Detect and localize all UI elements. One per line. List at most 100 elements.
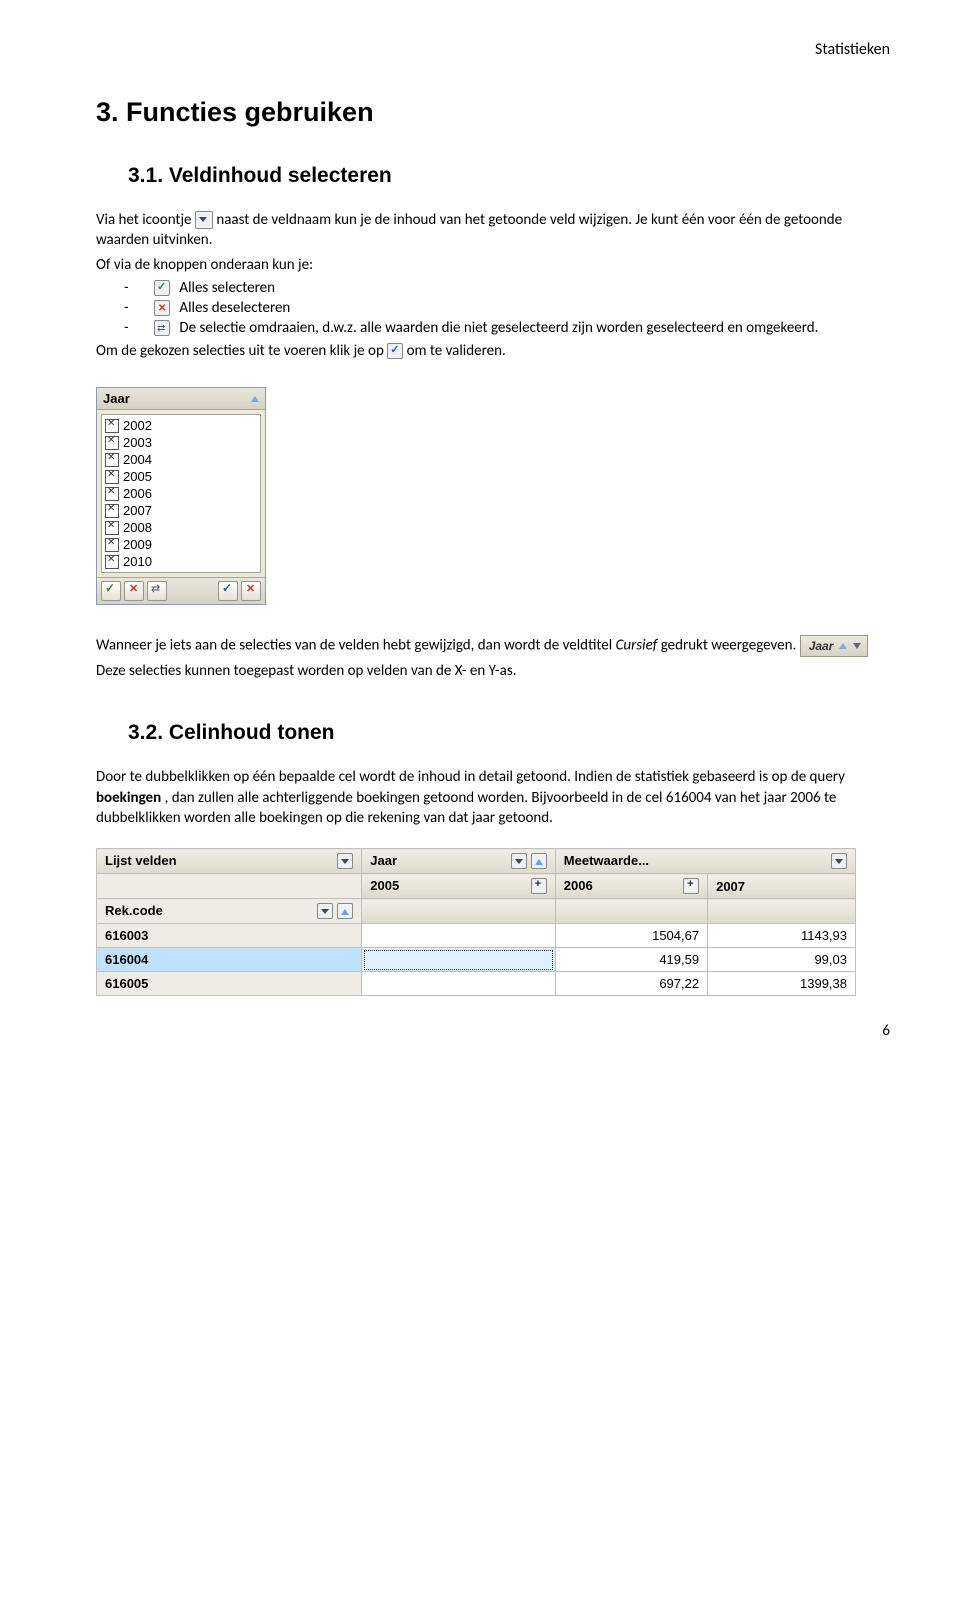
jaar-header-label: Jaar xyxy=(103,391,130,406)
checkbox-icon[interactable] xyxy=(105,487,119,501)
corner-header[interactable]: Lijst velden xyxy=(97,849,362,874)
check-icon xyxy=(154,280,170,296)
bold-word: boekingen xyxy=(96,789,161,807)
table-row[interactable]: 616003 1504,671143,93 xyxy=(97,924,856,948)
checkbox-icon[interactable] xyxy=(105,538,119,552)
jaar-item[interactable]: 2006 xyxy=(105,485,257,502)
jaar-footer xyxy=(97,577,265,604)
swap-icon xyxy=(154,320,170,336)
blank xyxy=(708,899,856,924)
section-heading-3-2: 3.2. Celinhoud tonen xyxy=(128,721,890,745)
jaar-item[interactable]: 2005 xyxy=(105,468,257,485)
validate-check-icon xyxy=(387,343,403,359)
para-3-2: Door te dubbelklikken op één bepaalde ce… xyxy=(96,767,890,828)
page-number: 6 xyxy=(96,1022,890,1040)
group-header-jaar[interactable]: Jaar xyxy=(362,849,556,874)
para-3-1-cursief: Wanneer je iets aan de selecties van de … xyxy=(96,635,890,657)
list-item: Alles deselecteren xyxy=(124,299,890,317)
checkbox-icon[interactable] xyxy=(105,436,119,450)
jaar-item-label: 2008 xyxy=(123,520,152,535)
sort-asc-icon[interactable] xyxy=(251,396,259,402)
apply-button[interactable] xyxy=(218,581,238,601)
list-item: De selectie omdraaien, d.w.z. alle waard… xyxy=(124,319,890,337)
table-row[interactable]: 616005 697,221399,38 xyxy=(97,972,856,996)
select-all-button[interactable] xyxy=(101,581,121,601)
jaar-item[interactable]: 2004 xyxy=(105,451,257,468)
checkbox-icon[interactable] xyxy=(105,521,119,535)
table-header-row-1: Lijst velden Jaar Meetwaarde... xyxy=(97,849,856,874)
cursief-word: Cursief xyxy=(616,637,658,655)
cancel-button[interactable] xyxy=(241,581,261,601)
statistics-table: Lijst velden Jaar Meetwaarde... 2005 xyxy=(96,848,856,996)
jaar-item-label: 2010 xyxy=(123,554,152,569)
jaar-item[interactable]: 2003 xyxy=(105,434,257,451)
cell-value[interactable]: 1399,38 xyxy=(708,972,856,996)
jaar-item-label: 2007 xyxy=(123,503,152,518)
jaar-item-label: 2005 xyxy=(123,469,152,484)
row-code[interactable]: 616005 xyxy=(97,972,362,996)
year-col[interactable]: 2005 xyxy=(362,874,556,899)
jaar-item[interactable]: 2010 xyxy=(105,553,257,570)
cell-value[interactable] xyxy=(362,972,556,996)
cell-value[interactable]: 1143,93 xyxy=(708,924,856,948)
checkbox-icon[interactable] xyxy=(105,470,119,484)
deselect-all-button[interactable] xyxy=(124,581,144,601)
para-3-1-buttons-intro: Of via de knoppen onderaan kun je: xyxy=(96,255,890,275)
sort-asc-icon xyxy=(839,643,847,649)
dropdown-icon[interactable] xyxy=(831,853,847,869)
dropdown-icon[interactable] xyxy=(317,903,333,919)
section-heading-3-1: 3.1. Veldinhoud selecteren xyxy=(128,164,890,188)
year-col[interactable]: 2006 xyxy=(555,874,707,899)
cell-value[interactable]: 99,03 xyxy=(708,948,856,972)
cell-value[interactable]: 1504,67 xyxy=(555,924,707,948)
para-3-1-axes: Deze selecties kunnen toegepast worden o… xyxy=(96,661,890,681)
para-3-1-intro: Via het icoontje naast de veldnaam kun j… xyxy=(96,210,890,251)
jaar-item[interactable]: 2007 xyxy=(105,502,257,519)
blank xyxy=(362,899,556,924)
checkbox-icon[interactable] xyxy=(105,453,119,467)
jaar-header[interactable]: Jaar xyxy=(97,388,265,410)
section-heading-3: 3. Functies gebruiken xyxy=(96,97,890,128)
jaar-item[interactable]: 2008 xyxy=(105,519,257,536)
table-row[interactable]: 616004 419,5999,03 xyxy=(97,948,856,972)
dropdown-icon[interactable] xyxy=(337,853,353,869)
plus-icon[interactable] xyxy=(531,878,547,894)
invert-selection-button[interactable] xyxy=(147,581,167,601)
sort-desc-icon xyxy=(853,643,861,649)
year-col[interactable]: 2007 xyxy=(708,874,856,899)
checkbox-icon[interactable] xyxy=(105,555,119,569)
sort-asc-icon[interactable] xyxy=(531,853,547,869)
dropdown-icon xyxy=(195,211,213,229)
jaar-item[interactable]: 2002 xyxy=(105,417,257,434)
row-code[interactable]: 616003 xyxy=(97,924,362,948)
header-title: Statistieken xyxy=(815,40,890,59)
row-dim-header[interactable]: Rek.code xyxy=(97,899,362,924)
jaar-item-label: 2002 xyxy=(123,418,152,433)
value-header[interactable]: Meetwaarde... xyxy=(555,849,855,874)
jaar-item-label: 2004 xyxy=(123,452,152,467)
list-item: Alles selecteren xyxy=(124,279,890,297)
page-header: Statistieken xyxy=(96,40,890,59)
checkbox-icon[interactable] xyxy=(105,504,119,518)
jaar-item-label: 2006 xyxy=(123,486,152,501)
table-header-row-2: 2005 2006 2007 xyxy=(97,874,856,899)
blank xyxy=(555,899,707,924)
checkbox-icon[interactable] xyxy=(105,419,119,433)
strip-label: Jaar xyxy=(809,638,834,654)
jaar-selector-panel: Jaar 2002 2003 2004 2005 2006 2007 20082009201… xyxy=(96,387,266,605)
plus-icon[interactable] xyxy=(683,878,699,894)
row-code[interactable]: 616004 xyxy=(97,948,362,972)
table-header-row-3: Rek.code xyxy=(97,899,856,924)
sort-asc-icon[interactable] xyxy=(337,903,353,919)
dropdown-icon[interactable] xyxy=(511,853,527,869)
cell-value[interactable] xyxy=(362,924,556,948)
button-options-list: Alles selecteren Alles deselecteren De s… xyxy=(124,279,890,337)
cell-value[interactable]: 419,59 xyxy=(555,948,707,972)
cell-value[interactable] xyxy=(362,948,556,972)
jaar-item[interactable]: 2009 xyxy=(105,536,257,553)
jaar-header-strip: Jaar xyxy=(800,635,869,657)
jaar-list: 2002 2003 2004 2005 2006 2007 200820092010 xyxy=(101,414,261,573)
para-3-1-validate: Om de gekozen selecties uit te voeren kl… xyxy=(96,341,890,361)
jaar-item-label: 2003 xyxy=(123,435,152,450)
cell-value[interactable]: 697,22 xyxy=(555,972,707,996)
